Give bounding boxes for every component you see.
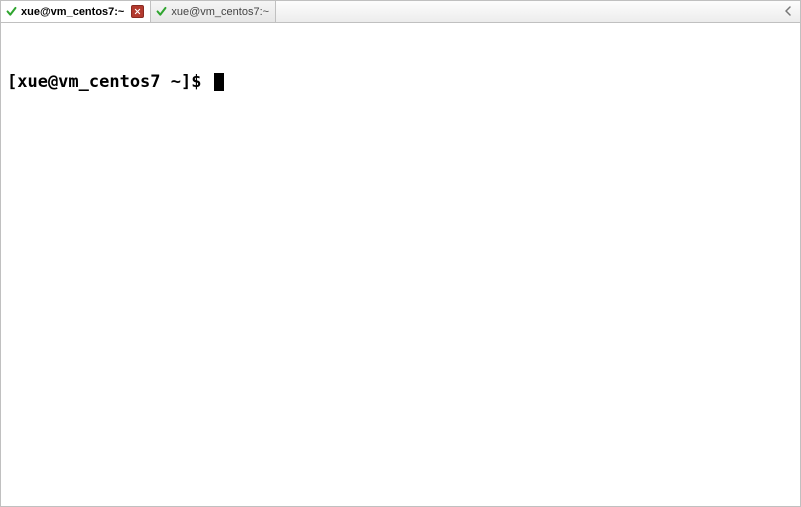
tab-label: xue@vm_centos7:~	[171, 2, 269, 22]
prompt-line: [xue@vm_centos7 ~]$	[7, 71, 794, 93]
tab-session-1[interactable]: xue@vm_centos7:~	[1, 1, 151, 22]
close-tab-button[interactable]	[131, 5, 144, 18]
tab-bar: xue@vm_centos7:~ xue@vm_centos7:~	[1, 1, 800, 23]
cursor-block	[214, 73, 224, 91]
prompt-text: [xue@vm_centos7 ~]$	[7, 71, 212, 93]
check-icon	[6, 6, 17, 17]
tab-scroll-left-button[interactable]	[782, 5, 794, 17]
tab-label: xue@vm_centos7:~	[21, 2, 124, 22]
check-icon	[156, 6, 167, 17]
terminal-area[interactable]: [xue@vm_centos7 ~]$	[1, 23, 800, 506]
tab-session-2[interactable]: xue@vm_centos7:~	[151, 1, 276, 22]
